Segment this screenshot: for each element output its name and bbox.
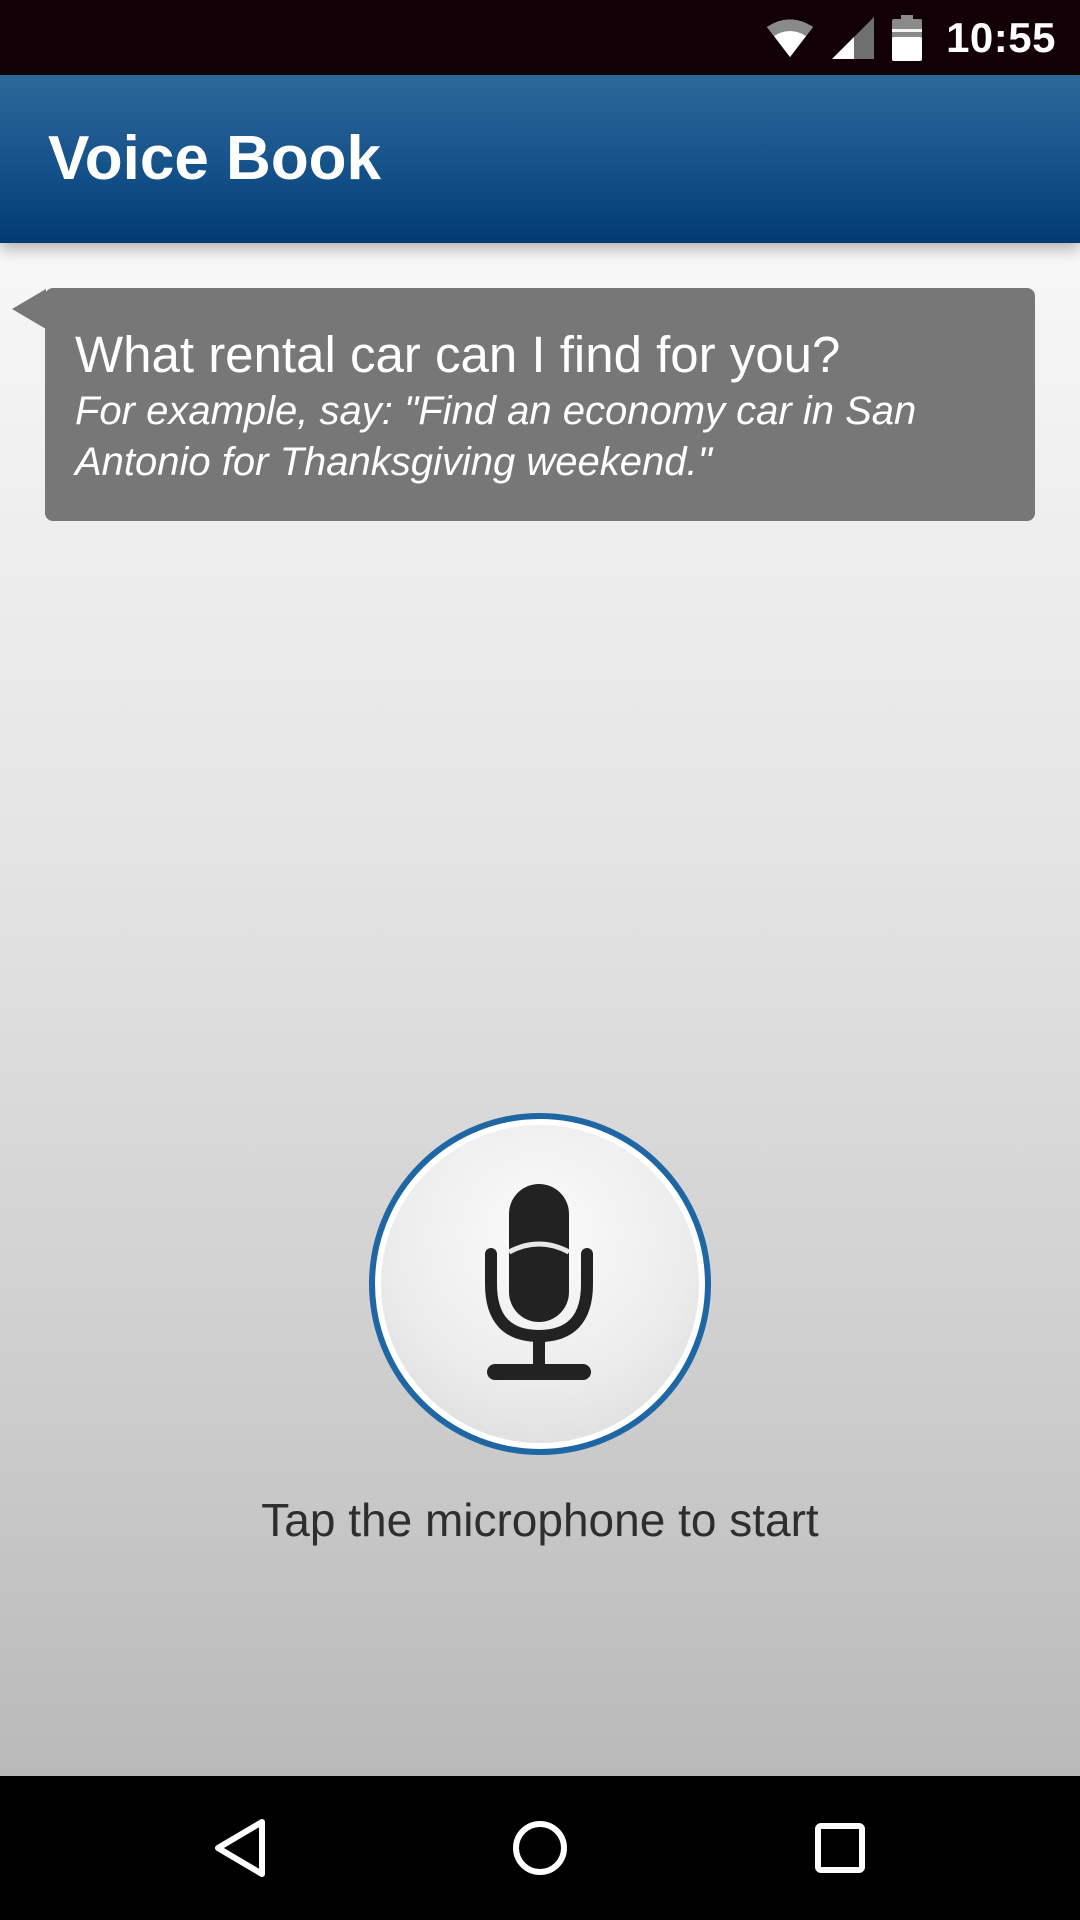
back-icon: [215, 1819, 265, 1877]
navigation-bar: [0, 1776, 1080, 1920]
home-icon: [513, 1821, 567, 1875]
main-content: What rental car can I find for you? For …: [0, 243, 1080, 1776]
recents-button[interactable]: [790, 1798, 890, 1898]
prompt-example-line-2: Antonio for Thanksgiving weekend.": [75, 440, 712, 484]
microphone-button[interactable]: [369, 1113, 711, 1455]
battery-icon: [892, 14, 923, 61]
wifi-icon: [767, 19, 814, 57]
status-bar: 10:55: [0, 0, 1080, 75]
prompt-bubble: What rental car can I find for you? For …: [45, 288, 1035, 521]
app-bar: Voice Book: [0, 75, 1080, 243]
microphone-hint: Tap the microphone to start: [261, 1494, 819, 1546]
prompt-example-line-1: For example, say: "Find an economy car i…: [75, 389, 917, 433]
microphone-icon: [485, 1184, 593, 1380]
cell-signal-icon: [832, 16, 875, 59]
prompt-question: What rental car can I find for you?: [75, 326, 841, 383]
status-time: 10:55: [946, 13, 1056, 61]
app-title: Voice Book: [48, 124, 382, 193]
screen: 10:55 Voice Book What rental car can I f…: [0, 0, 1080, 1920]
bubble-tail: [12, 289, 46, 329]
recents-icon: [815, 1823, 865, 1873]
back-button[interactable]: [190, 1798, 290, 1898]
home-button[interactable]: [490, 1798, 590, 1898]
